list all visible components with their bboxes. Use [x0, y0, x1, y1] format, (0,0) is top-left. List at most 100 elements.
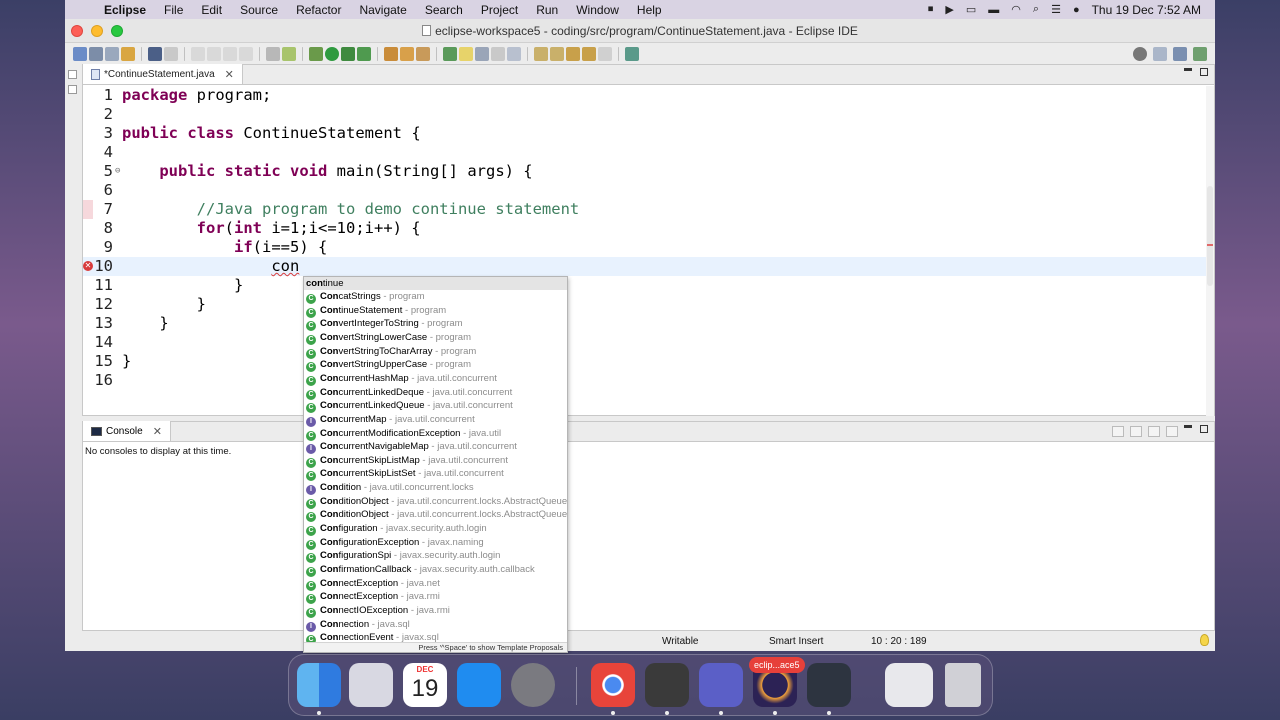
resume-icon[interactable] — [191, 46, 205, 61]
completion-item[interactable]: C ConnectException - java.rmi — [306, 590, 440, 605]
completion-item[interactable]: C ConcurrentSkipListSet - java.util.concu… — [306, 467, 504, 482]
battery-icon[interactable]: ▬ — [988, 4, 999, 16]
teams-icon[interactable] — [699, 663, 743, 707]
new-package-icon[interactable] — [400, 46, 414, 61]
display-console-icon[interactable] — [1130, 426, 1142, 437]
completion-item[interactable]: C ConvertStringUpperCase - program — [306, 358, 471, 373]
menu-source[interactable]: Source — [231, 3, 287, 17]
app-store-icon[interactable] — [457, 663, 501, 707]
menu-window[interactable]: Window — [567, 3, 628, 17]
coverage-icon[interactable] — [341, 46, 355, 61]
quicktime-icon[interactable] — [807, 663, 851, 707]
step-over-icon[interactable] — [266, 46, 280, 61]
completion-item[interactable]: C ConfigurationSpi - javax.security.auth.… — [306, 549, 500, 564]
terminate-icon[interactable] — [223, 46, 237, 61]
completion-item[interactable]: C ConcatStrings - program — [306, 290, 425, 304]
open-console-icon[interactable] — [1148, 426, 1160, 437]
completion-item[interactable]: I Connection - java.sql — [306, 618, 410, 632]
external-tools-icon[interactable] — [357, 46, 371, 61]
menu-project[interactable]: Project — [472, 3, 527, 17]
new-java-project-icon[interactable] — [384, 46, 398, 61]
editor-tab-continuestatement[interactable]: *ContinueStatement.java ✕ — [83, 64, 243, 84]
restore-icon[interactable] — [68, 70, 77, 79]
show-whitespace-icon[interactable] — [491, 46, 505, 61]
completion-item[interactable]: C ConfigurationException - javax.naming — [306, 536, 484, 550]
open-perspective-icon[interactable] — [1153, 46, 1167, 61]
completion-item[interactable]: C ConvertIntegerToString - program — [306, 317, 463, 332]
system-preferences-icon[interactable] — [511, 663, 555, 707]
launchpad-icon[interactable] — [349, 663, 393, 707]
back-icon[interactable] — [582, 46, 596, 61]
calendar-icon[interactable]: DEC 19 — [403, 663, 447, 707]
completion-item[interactable]: I ConcurrentNavigableMap - java.util.conc… — [306, 440, 517, 455]
console-tab[interactable]: Console ✕ — [83, 421, 171, 441]
close-tab-icon[interactable]: ✕ — [225, 68, 234, 81]
completion-item[interactable]: C ConvertStringLowerCase - program — [306, 331, 471, 345]
search-task-icon[interactable] — [443, 46, 457, 61]
menu-help[interactable]: Help — [628, 3, 671, 17]
debug-perspective-icon[interactable] — [1193, 46, 1207, 61]
scrollbar-thumb[interactable] — [1207, 186, 1213, 286]
completion-item[interactable]: I ConcurrentMap - java.util.concurrent — [306, 413, 475, 427]
maximize-icon[interactable] — [1200, 68, 1208, 76]
menu-search[interactable]: Search — [416, 3, 472, 17]
previous-annotation-icon[interactable] — [550, 46, 564, 61]
completion-item[interactable]: C ConvertStringToCharArray - program — [306, 345, 476, 359]
zoom-window-button[interactable] — [111, 24, 123, 37]
lightbulb-icon[interactable] — [1200, 634, 1209, 646]
completion-item[interactable]: C ConditionObject - java.util.concurrent.… — [306, 508, 567, 523]
error-overview-marker[interactable] — [1207, 244, 1213, 246]
completion-item[interactable]: C ConfirmationCallback - javax.security.a… — [306, 563, 535, 577]
menu-file[interactable]: File — [155, 3, 192, 17]
run-icon[interactable] — [325, 46, 339, 61]
skip-breakpoints-icon[interactable] — [164, 46, 178, 61]
completion-item[interactable]: C ConcurrentLinkedQueue - java.util.concu… — [306, 399, 513, 414]
tools-icon[interactable] — [282, 46, 296, 61]
new-icon[interactable] — [73, 46, 87, 61]
maximize-icon[interactable] — [1200, 425, 1208, 433]
minimize-window-button[interactable] — [91, 24, 103, 37]
spotlight-search-icon[interactable]: ⌕ — [1033, 3, 1039, 16]
close-console-tab-icon[interactable]: ✕ — [153, 425, 162, 438]
trash-icon[interactable] — [945, 663, 981, 707]
package-explorer-icon[interactable] — [68, 85, 77, 94]
code-area[interactable]: 1 package program; 2 3 public class Contin… — [83, 86, 1214, 416]
completion-item[interactable]: C ConnectIOException - java.rmi — [306, 604, 450, 618]
new-class-icon[interactable] — [416, 46, 430, 61]
menu-edit[interactable]: Edit — [192, 3, 231, 17]
completion-item[interactable]: C ConcurrentModificationException - java.… — [306, 427, 501, 441]
finder-icon[interactable] — [297, 663, 341, 707]
completion-item[interactable]: C ConcurrentHashMap - java.util.concurren… — [306, 372, 497, 386]
highlight-icon[interactable] — [459, 46, 473, 61]
menu-refactor[interactable]: Refactor — [287, 3, 350, 17]
debug-icon[interactable] — [309, 46, 323, 61]
siri-icon[interactable]: ● — [1073, 4, 1080, 16]
terminal-icon[interactable] — [148, 46, 162, 61]
suspend-icon[interactable] — [207, 46, 221, 61]
search-icon[interactable] — [1133, 46, 1147, 61]
close-window-button[interactable] — [71, 24, 83, 37]
eclipse-icon[interactable]: eclip...ace5 — [749, 657, 805, 707]
show-whitespace-chars-icon[interactable] — [507, 46, 521, 61]
fold-toggle-icon[interactable]: ⊖ — [115, 162, 120, 181]
completion-item[interactable]: C ContinueStatement - program — [306, 304, 446, 318]
chrome-icon[interactable] — [591, 663, 635, 707]
menu-navigate[interactable]: Navigate — [350, 3, 415, 17]
sublime-text-icon[interactable] — [645, 663, 689, 707]
open-task-icon[interactable] — [625, 46, 639, 61]
completion-item[interactable]: C Configuration - javax.security.auth.log… — [306, 522, 487, 537]
content-assist-popup[interactable]: continue C ConcatStrings - program C Contin… — [303, 276, 568, 653]
next-annotation-icon[interactable] — [534, 46, 548, 61]
completion-item[interactable]: C ConcurrentSkipListMap - java.util.concu… — [306, 454, 508, 468]
play-icon[interactable]: ▶ — [945, 3, 953, 16]
save-icon[interactable] — [89, 46, 103, 61]
pin-console-icon[interactable] — [1112, 426, 1124, 437]
record-stop-icon[interactable]: ⏹ — [928, 3, 934, 16]
completion-item[interactable]: I Condition - java.util.concurrent.locks — [306, 481, 474, 496]
view-menu-icon[interactable] — [1166, 426, 1178, 437]
last-edit-location-icon[interactable] — [566, 46, 580, 61]
overview-ruler[interactable] — [1206, 86, 1214, 416]
wifi-icon[interactable]: ◠ — [1011, 3, 1021, 16]
block-selection-icon[interactable] — [475, 46, 489, 61]
minimize-icon[interactable] — [1184, 68, 1192, 71]
